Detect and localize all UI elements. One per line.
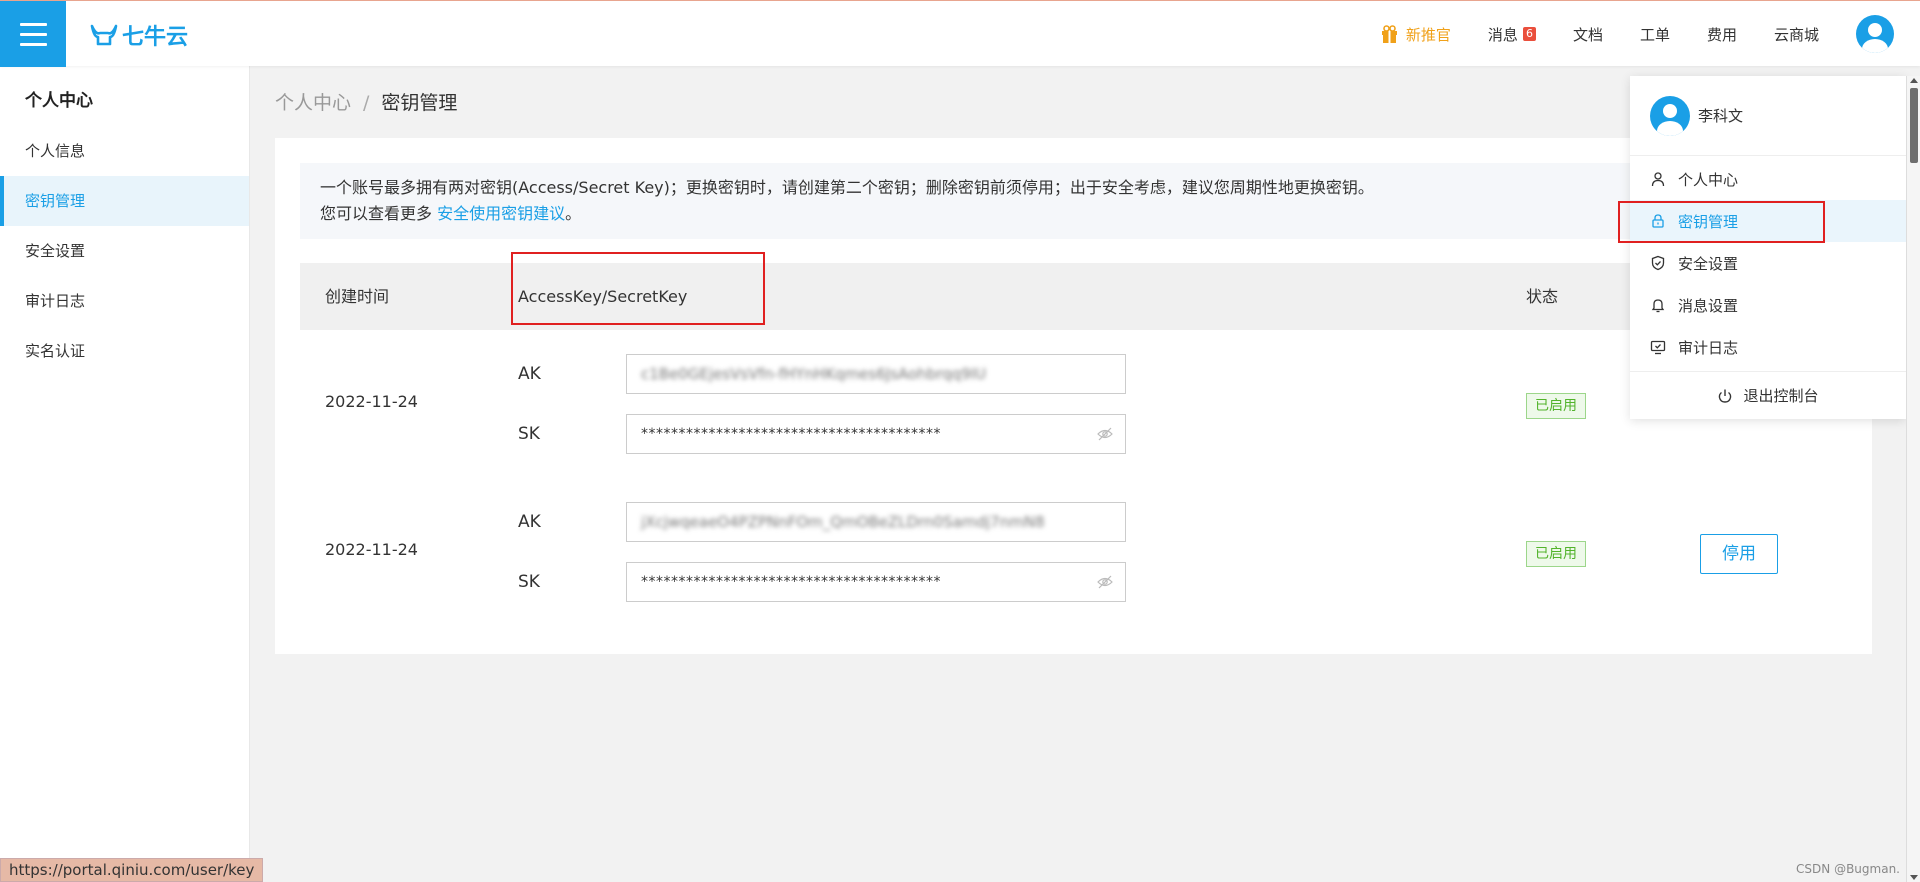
ak-label: AK bbox=[518, 512, 541, 532]
access-key-value: jXcjwqeaeO4PZPNnFOm_QmOBeZLDrn0Samdj7nmN… bbox=[641, 513, 1045, 531]
logo[interactable]: 七牛云 bbox=[90, 19, 188, 51]
eye-hidden-icon[interactable] bbox=[1097, 575, 1113, 589]
secret-key-value: **************************************** bbox=[641, 426, 941, 442]
table-row: 2022-11-24 AK jXcjwqeaeO4PZPNnFOm_QmOBeZ… bbox=[300, 494, 1847, 624]
dropdown-item-audit-log[interactable]: 审计日志 bbox=[1630, 326, 1906, 368]
access-key-value: c1Be0GEjesVsVfn-fHYnHKqmes6JsAohbrqq9IU bbox=[641, 365, 987, 383]
dropdown-list: 个人中心 密钥管理 安全设置 消息设置 审计日志 bbox=[1630, 156, 1906, 368]
dropdown-item-message-settings[interactable]: 消息设置 bbox=[1630, 284, 1906, 326]
power-icon bbox=[1719, 389, 1732, 403]
tip-suffix: 。 bbox=[565, 204, 582, 223]
page-scrollbar[interactable] bbox=[1906, 76, 1920, 882]
table-row: 2022-11-24 AK c1Be0GEjesVsVfn-fHYnHKqmes… bbox=[300, 346, 1847, 476]
disable-button[interactable]: 停用 bbox=[1700, 534, 1778, 574]
scroll-up-arrow-icon[interactable] bbox=[1910, 78, 1918, 83]
nav-messages-label: 消息 bbox=[1487, 25, 1518, 44]
scroll-down-arrow-icon[interactable] bbox=[1910, 875, 1918, 880]
nav-promo[interactable]: 新推官 bbox=[1381, 24, 1451, 45]
dropdown-item-label: 消息设置 bbox=[1678, 296, 1739, 315]
message-count-badge: 6 bbox=[1522, 27, 1536, 41]
nav-billing[interactable]: 费用 bbox=[1707, 24, 1737, 45]
bell-icon bbox=[1651, 299, 1665, 313]
security-advice-link[interactable]: 安全使用密钥建议 bbox=[437, 204, 565, 223]
sidebar-title: 个人中心 bbox=[25, 91, 93, 111]
sidebar: 个人中心 个人信息 密钥管理 安全设置 审计日志 实名认证 bbox=[0, 66, 250, 882]
tip-line-1: 一个账号最多拥有两对密钥(Access/Secret Key)；更换密钥时，请创… bbox=[320, 178, 1374, 197]
col-keys: AccessKey/SecretKey bbox=[518, 287, 688, 306]
sidebar-item-profile[interactable]: 个人信息 bbox=[0, 126, 249, 176]
access-key-field[interactable]: jXcjwqeaeO4PZPNnFOm_QmOBeZLDrn0Samdj7nmN… bbox=[626, 502, 1126, 542]
col-created: 创建时间 bbox=[325, 287, 390, 306]
ak-label: AK bbox=[518, 364, 541, 384]
watermark: CSDN @Bugman. bbox=[1796, 862, 1900, 876]
tip-prefix: 您可以查看更多 bbox=[320, 204, 433, 223]
row-date: 2022-11-24 bbox=[325, 392, 418, 411]
access-key-field[interactable]: c1Be0GEjesVsVfn-fHYnHKqmes6JsAohbrqq9IU bbox=[626, 354, 1126, 394]
tip-line-2: 您可以查看更多 安全使用密钥建议。 bbox=[320, 201, 1827, 227]
status-bar-url: https://portal.qiniu.com/user/key bbox=[0, 858, 264, 882]
logout-label: 退出控制台 bbox=[1743, 387, 1819, 405]
dropdown-item-security-settings[interactable]: 安全设置 bbox=[1630, 242, 1906, 284]
dropdown-item-label: 安全设置 bbox=[1678, 254, 1739, 273]
dropdown-user: 李科文 bbox=[1630, 76, 1906, 156]
breadcrumb-separator: / bbox=[363, 92, 370, 114]
row-date: 2022-11-24 bbox=[325, 540, 418, 559]
username: 李科文 bbox=[1698, 107, 1744, 125]
dropdown-item-label: 审计日志 bbox=[1678, 338, 1739, 357]
secret-key-field[interactable]: **************************************** bbox=[626, 562, 1126, 602]
dropdown-item-key-management[interactable]: 密钥管理 bbox=[1630, 200, 1906, 242]
nav-docs[interactable]: 文档 bbox=[1573, 24, 1603, 45]
dropdown-item-personal-center[interactable]: 个人中心 bbox=[1630, 158, 1906, 200]
nav-promo-label: 新推官 bbox=[1405, 25, 1451, 44]
top-nav: 新推官 消息 6 文档 工单 费用 云商城 bbox=[1381, 1, 1920, 67]
lock-icon bbox=[1652, 214, 1664, 228]
nav-tickets[interactable]: 工单 bbox=[1640, 24, 1670, 45]
user-dropdown-menu: 李科文 个人中心 密钥管理 安全设置 消息设置 审计日志 退出控制台 bbox=[1630, 76, 1906, 419]
sidebar-item-verification[interactable]: 实名认证 bbox=[0, 326, 249, 376]
user-avatar[interactable] bbox=[1856, 15, 1894, 53]
sidebar-item-keys[interactable]: 密钥管理 bbox=[0, 176, 249, 226]
col-status: 状态 bbox=[1526, 287, 1559, 306]
sk-label: SK bbox=[518, 572, 540, 592]
dropdown-item-label: 密钥管理 bbox=[1678, 212, 1739, 231]
sidebar-item-audit-log[interactable]: 审计日志 bbox=[0, 276, 249, 326]
bull-logo-icon bbox=[90, 24, 118, 46]
avatar bbox=[1650, 95, 1690, 136]
breadcrumb-root[interactable]: 个人中心 bbox=[275, 92, 351, 114]
dropdown-item-label: 个人中心 bbox=[1678, 170, 1739, 189]
sidebar-item-security[interactable]: 安全设置 bbox=[0, 226, 249, 276]
top-bar: 七牛云 新推官 消息 6 文档 工单 费用 云商城 bbox=[0, 0, 1920, 67]
breadcrumb-current: 密钥管理 bbox=[381, 92, 458, 114]
nav-messages[interactable]: 消息 6 bbox=[1488, 24, 1536, 45]
gift-icon bbox=[1381, 25, 1397, 43]
info-tip: 一个账号最多拥有两对密钥(Access/Secret Key)；更换密钥时，请创… bbox=[300, 163, 1847, 239]
secret-key-field[interactable]: **************************************** bbox=[626, 414, 1126, 454]
logout-button[interactable]: 退出控制台 bbox=[1630, 371, 1906, 419]
secret-key-value: **************************************** bbox=[641, 574, 941, 590]
nav-market[interactable]: 云商城 bbox=[1774, 24, 1819, 45]
status-badge: 已启用 bbox=[1526, 541, 1586, 567]
monitor-check-icon bbox=[1650, 340, 1666, 355]
scroll-thumb[interactable] bbox=[1910, 88, 1918, 163]
sk-label: SK bbox=[518, 424, 540, 444]
eye-hidden-icon[interactable] bbox=[1097, 427, 1113, 441]
status-badge: 已启用 bbox=[1526, 393, 1586, 419]
hamburger-menu-button[interactable] bbox=[0, 1, 66, 67]
breadcrumb: 个人中心 / 密钥管理 bbox=[275, 88, 457, 115]
logo-text: 七牛云 bbox=[122, 25, 189, 50]
table-header: 创建时间 AccessKey/SecretKey 状态 bbox=[300, 263, 1847, 330]
shield-icon bbox=[1651, 255, 1665, 271]
user-icon bbox=[1651, 172, 1665, 187]
